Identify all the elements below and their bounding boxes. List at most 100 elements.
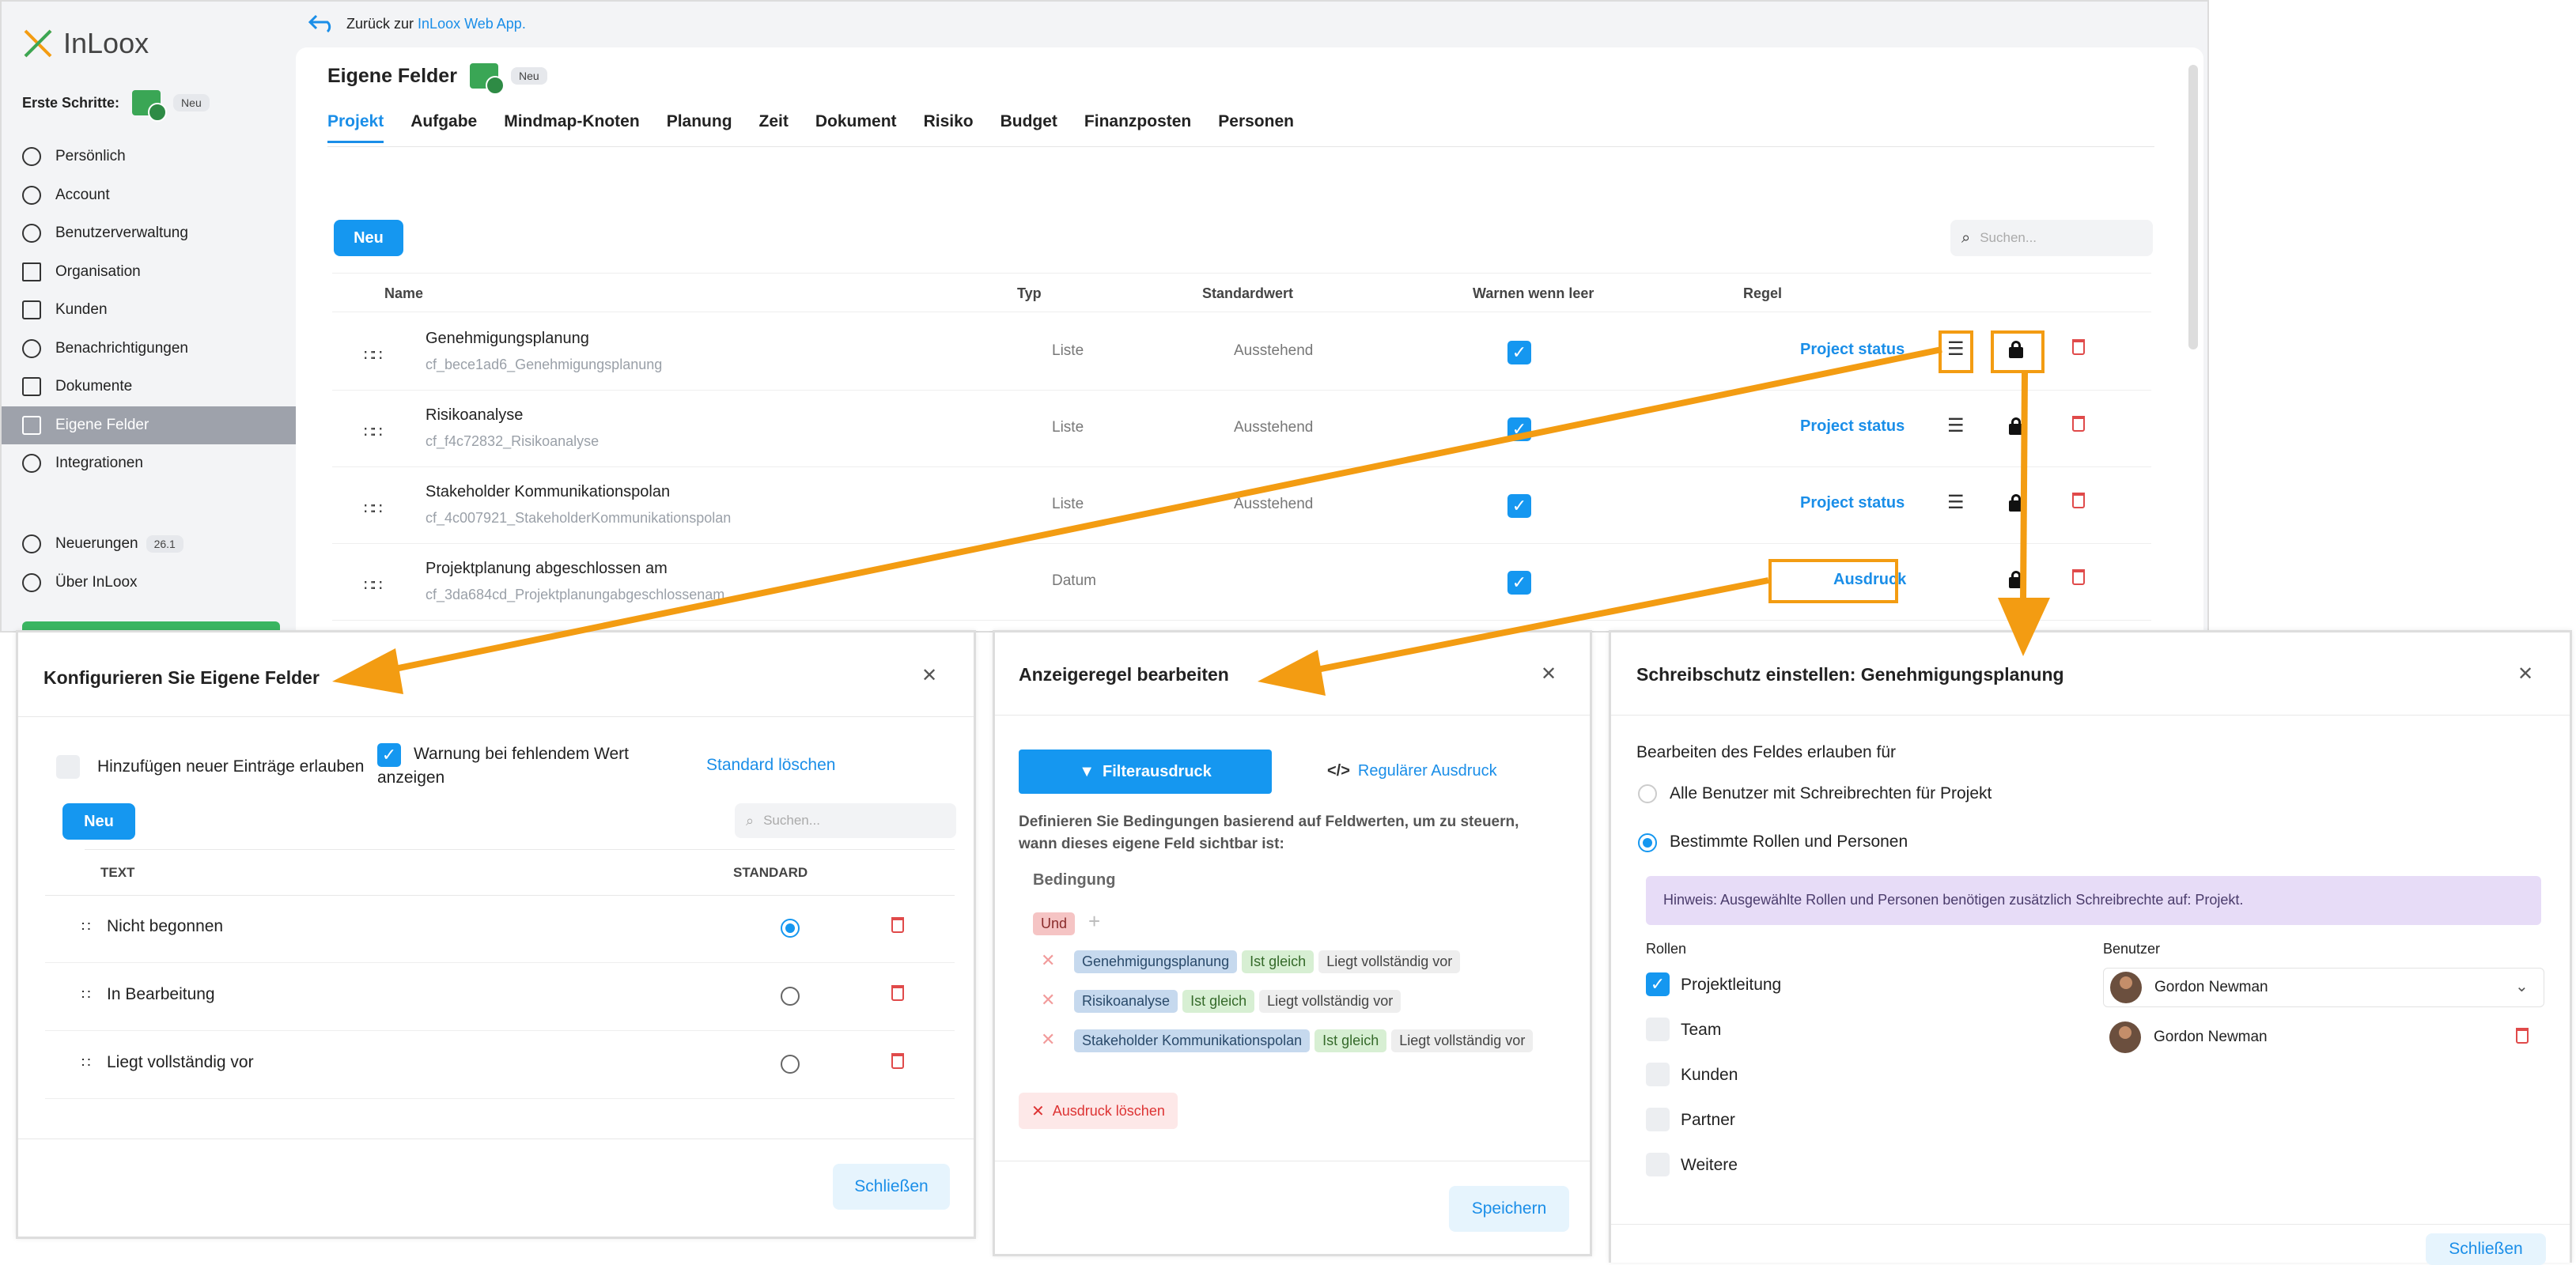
sidebar-item-eigene-felder[interactable]: Eigene Felder (2, 406, 296, 444)
condition-field[interactable]: Risikoanalyse (1074, 990, 1178, 1013)
column-header-typ[interactable]: Typ (1017, 285, 1042, 302)
list-item[interactable]: ∷ Liegt vollständig vor (45, 1031, 955, 1099)
and-tag[interactable]: Und (1033, 912, 1076, 935)
sidebar-item-kunden[interactable]: Kunden (2, 291, 296, 330)
default-radio[interactable] (781, 919, 800, 938)
default-radio[interactable] (781, 1055, 800, 1074)
condition-row[interactable]: ✕ Genehmigungsplanung Ist gleich Liegt vol… (1019, 950, 1588, 979)
tab-filter-expression[interactable]: ▼ Filterausdruck (1019, 750, 1272, 794)
sidebar-item-benachrichtigungen[interactable]: Benachrichtigungen (2, 330, 296, 368)
column-header-warnen[interactable]: Warnen wenn leer (1473, 285, 1594, 302)
tab-dokument[interactable]: Dokument (815, 112, 897, 143)
condition-row[interactable]: ✕ Risikoanalyse Ist gleich Liegt vollständ… (1019, 990, 1588, 1018)
remove-condition-icon[interactable]: ✕ (1041, 1029, 1055, 1050)
tab-mindmap-knoten[interactable]: Mindmap-Knoten (504, 112, 639, 143)
list-options-icon[interactable]: ☰ (1947, 491, 1965, 514)
new-item-button[interactable]: Neu (62, 803, 135, 840)
role-checkbox-partner[interactable] (1646, 1108, 1670, 1131)
delete-icon[interactable] (2072, 339, 2085, 360)
sidebar-item-organisation[interactable]: Organisation (2, 253, 296, 292)
tab-risiko[interactable]: Risiko (924, 112, 974, 143)
table-row[interactable]: ∷∷ Genehmigungsplanung cf_bece1ad6_Geneh… (332, 314, 2151, 391)
sidebar-item-account[interactable]: Account (2, 176, 296, 215)
drag-handle-icon[interactable]: ∷∷ (364, 422, 382, 442)
list-options-icon[interactable]: ☰ (1947, 414, 1965, 437)
close-icon[interactable]: ✕ (1541, 663, 1557, 685)
warn-checkbox[interactable]: ✓ (1507, 571, 1531, 595)
column-header-standardwert[interactable]: Standardwert (1202, 285, 1293, 302)
clear-default-link[interactable]: Standard löschen (706, 756, 835, 775)
option-specific-label[interactable]: Bestimmte Rollen und Personen (1670, 833, 1908, 852)
role-checkbox-weitere[interactable] (1646, 1153, 1670, 1176)
clapperboard-icon[interactable] (132, 90, 168, 122)
rule-link[interactable]: Project status (1800, 341, 1905, 359)
new-field-button[interactable]: Neu (334, 220, 403, 256)
role-checkbox-team[interactable] (1646, 1018, 1670, 1041)
delete-icon[interactable] (2072, 416, 2085, 436)
condition-value[interactable]: Liegt vollständig vor (1318, 950, 1461, 973)
column-header-name[interactable]: Name (384, 285, 423, 302)
default-radio[interactable] (781, 987, 800, 1006)
condition-row[interactable]: ✕ Stakeholder Kommunikationspolan Ist gle… (1019, 1029, 1588, 1058)
tab-budget[interactable]: Budget (1001, 112, 1057, 143)
sidebar-item-integrationen[interactable]: Integrationen (2, 444, 296, 483)
rule-link[interactable]: Project status (1800, 494, 1905, 512)
condition-operator[interactable]: Ist gleich (1314, 1029, 1387, 1052)
list-item[interactable]: ∷ In Bearbeitung (45, 963, 955, 1031)
option-all-radio[interactable] (1638, 784, 1657, 803)
list-item[interactable]: ∷ Nicht begonnen (45, 895, 955, 963)
warn-checkbox[interactable]: ✓ (1507, 341, 1531, 364)
close-icon[interactable]: ✕ (2517, 663, 2533, 685)
sidebar-item-benutzerverwaltung[interactable]: Benutzerverwaltung (2, 214, 296, 253)
condition-value[interactable]: Liegt vollständig vor (1391, 1029, 1534, 1052)
tab-personen[interactable]: Personen (1218, 112, 1294, 143)
user-select[interactable]: Gordon Newman ⌄ (2103, 968, 2544, 1007)
delete-icon[interactable] (891, 1053, 904, 1073)
add-condition-icon[interactable]: + (1088, 909, 1100, 934)
lock-icon[interactable] (2009, 494, 2023, 512)
drag-handle-icon[interactable]: ∷∷ (364, 346, 382, 365)
warn-checkbox[interactable]: ✓ (1507, 417, 1531, 441)
option-specific-radio[interactable] (1638, 833, 1657, 852)
clear-expression-button[interactable]: ✕ Ausdruck löschen (1019, 1093, 1178, 1129)
close-button[interactable]: Schließen (2426, 1233, 2546, 1265)
delete-icon[interactable] (2072, 493, 2085, 513)
sidebar-item-dokumente[interactable]: Dokumente (2, 368, 296, 406)
tab-zeit[interactable]: Zeit (759, 112, 789, 143)
option-all-label[interactable]: Alle Benutzer mit Schreibrechten für Pro… (1670, 784, 1992, 803)
close-button[interactable]: Schließen (833, 1164, 950, 1210)
tab-regex[interactable]: </> Regulärer Ausdruck (1327, 762, 1497, 780)
warn-checkbox[interactable]: ✓ (1507, 494, 1531, 518)
sidebar-item-ueber-inloox[interactable]: Über InLoox (2, 564, 296, 602)
drag-handle-icon[interactable]: ∷∷ (364, 499, 382, 519)
delete-icon[interactable] (2072, 569, 2085, 590)
back-link[interactable]: Zurück zur InLoox Web App. (308, 14, 526, 33)
user-list-item[interactable]: Gordon Newman (2103, 1018, 2544, 1058)
scrollbar[interactable] (2188, 65, 2198, 349)
condition-operator[interactable]: Ist gleich (1242, 950, 1314, 973)
delete-icon[interactable] (891, 985, 904, 1005)
warn-missing-checkbox[interactable]: ✓ (377, 743, 401, 767)
drag-handle-icon[interactable]: ∷ (81, 919, 90, 935)
delete-icon[interactable] (891, 917, 904, 937)
sidebar-item-persoenlich[interactable]: Persönlich (2, 138, 296, 176)
remove-condition-icon[interactable]: ✕ (1041, 990, 1055, 1010)
lock-icon[interactable] (2009, 417, 2023, 435)
close-icon[interactable]: ✕ (921, 664, 937, 687)
remove-condition-icon[interactable]: ✕ (1041, 950, 1055, 971)
tab-aufgabe[interactable]: Aufgabe (410, 112, 477, 143)
save-button[interactable]: Speichern (1449, 1186, 1569, 1232)
condition-field[interactable]: Stakeholder Kommunikationspolan (1074, 1029, 1311, 1052)
drag-handle-icon[interactable]: ∷ (81, 1055, 90, 1071)
role-checkbox-projektleitung[interactable]: ✓ (1646, 972, 1670, 996)
sidebar-item-neuerungen[interactable]: Neuerungen 26.1 (2, 525, 296, 564)
drag-handle-icon[interactable]: ∷ (81, 987, 90, 1003)
condition-field[interactable]: Genehmigungsplanung (1074, 950, 1238, 973)
search-input[interactable]: ⌕ Suchen... (1950, 220, 2153, 256)
column-header-regel[interactable]: Regel (1743, 285, 1782, 302)
tab-finanzposten[interactable]: Finanzposten (1084, 112, 1191, 143)
condition-value[interactable]: Liegt vollständig vor (1259, 990, 1401, 1013)
table-row[interactable]: ∷∷ Risikoanalyse cf_f4c72832_Risikoanaly… (332, 391, 2151, 467)
clapperboard-icon[interactable] (469, 63, 505, 95)
table-row[interactable]: ∷∷ Stakeholder Kommunikationspolan cf_4c… (332, 467, 2151, 544)
